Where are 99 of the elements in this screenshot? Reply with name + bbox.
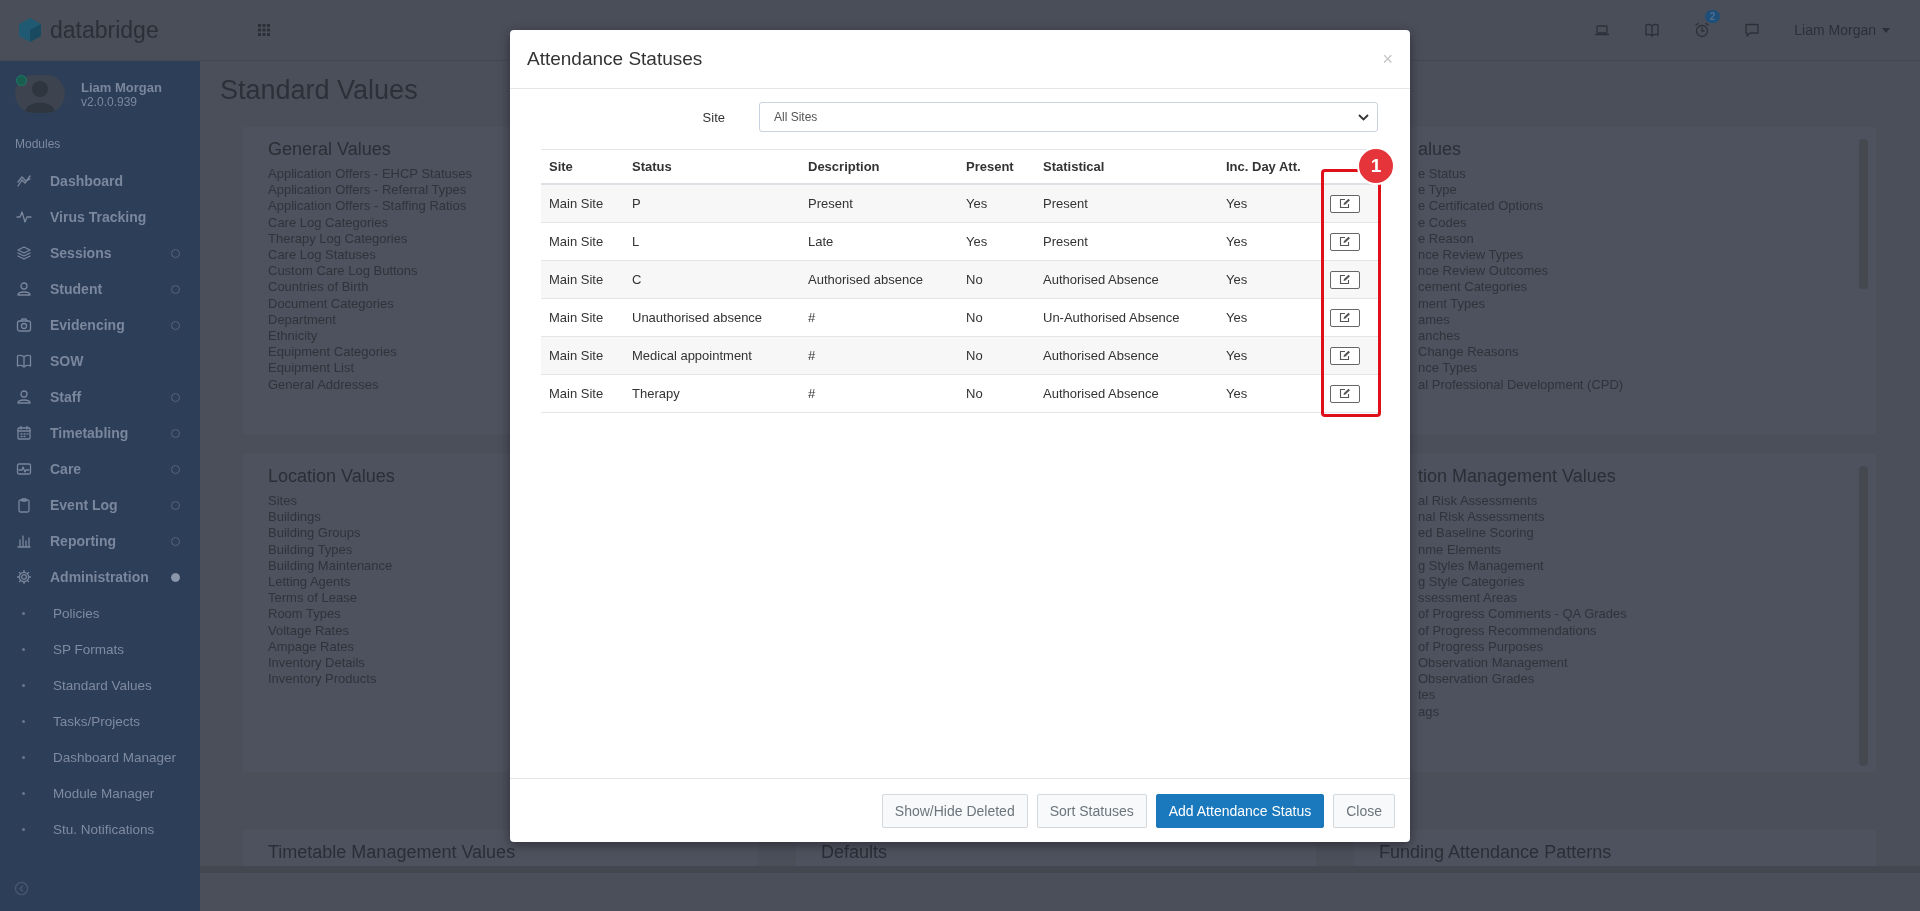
field-label: Site <box>701 109 726 125</box>
edit-icon <box>1339 274 1351 285</box>
table-cell: Yes <box>1218 336 1312 375</box>
avatar <box>15 75 65 113</box>
step-badge: 1 <box>1357 147 1395 185</box>
monitor-icon <box>16 461 32 477</box>
table-cell: Authorised Absence <box>1035 260 1218 299</box>
table-cell: Main Site <box>541 184 624 223</box>
section-label: Modules <box>14 136 62 153</box>
site-select[interactable]: All Sites <box>759 102 1378 132</box>
nav-item[interactable]: Administration <box>0 559 200 595</box>
calendar-icon <box>16 425 32 441</box>
nav-subitem[interactable]: Dashboard Manager <box>0 739 200 775</box>
nav-item[interactable]: Staff <box>0 379 200 415</box>
table-cell: P <box>624 184 800 223</box>
table-cell: Yes <box>1218 374 1312 413</box>
table-cell: Authorised Absence <box>1035 336 1218 375</box>
laptop-icon <box>1594 22 1611 38</box>
table-cell: Present <box>1035 222 1218 261</box>
table-cell: Therapy <box>624 374 800 413</box>
table-cell: Medical appointment <box>624 336 800 375</box>
nav-item[interactable]: Student <box>0 271 200 307</box>
edit-icon <box>1339 350 1351 361</box>
bar-chart-icon <box>16 533 32 549</box>
camera-icon <box>16 317 32 333</box>
caret-icon <box>1882 27 1890 33</box>
book-icon <box>1644 22 1661 38</box>
nav-item[interactable]: Evidencing <box>0 307 200 343</box>
action-button[interactable]: Close <box>1333 793 1395 828</box>
table-cell: Main Site <box>541 374 624 413</box>
table-cell: Yes <box>1218 222 1312 261</box>
table-cell: Main Site <box>541 260 624 299</box>
nav-subitem[interactable]: Policies <box>0 595 200 631</box>
table-cell: # <box>800 298 958 337</box>
nav-item[interactable]: Reporting <box>0 523 200 559</box>
table-cell: Authorised absence <box>800 260 958 299</box>
person-icon <box>16 281 32 297</box>
gear-icon <box>16 569 32 585</box>
table-cell: Main Site <box>541 298 624 337</box>
user-name: Liam Morgan <box>81 79 162 95</box>
nav-item[interactable]: Care <box>0 451 200 487</box>
table-cell: No <box>958 298 1035 337</box>
edit-icon <box>1339 312 1351 323</box>
nav-subitem[interactable]: Stu. Notifications <box>0 811 200 847</box>
version-label: v2.0.0.939 <box>81 94 138 109</box>
edit-button[interactable] <box>1330 232 1360 251</box>
table-cell: Unauthorised absence <box>624 298 800 337</box>
action-button[interactable]: Show/Hide Deleted <box>881 793 1028 828</box>
nav-item[interactable]: Timetabling <box>0 415 200 451</box>
table-cell: Late <box>800 222 958 261</box>
action-button[interactable]: Sort Statuses <box>1036 793 1147 828</box>
table-cell: Authorised Absence <box>1035 374 1218 413</box>
layers-icon <box>16 245 32 261</box>
add-button[interactable]: Add Attendance Status <box>1155 793 1325 828</box>
edit-button[interactable] <box>1330 270 1360 289</box>
edit-button[interactable] <box>1330 346 1360 365</box>
table-cell: Un-Authorised Absence <box>1035 298 1218 337</box>
nav-item[interactable]: SOW <box>0 343 200 379</box>
chevron-icon <box>1358 113 1369 121</box>
person-icon <box>16 389 32 405</box>
table-cell: Yes <box>1218 298 1312 337</box>
table-cell: # <box>800 374 958 413</box>
table-cell: Main Site <box>541 222 624 261</box>
table-cell: Present <box>1035 184 1218 223</box>
nav-item[interactable]: Dashboard <box>0 163 200 199</box>
chart-line-icon <box>16 173 32 189</box>
alarm-clock-icon <box>1694 22 1711 38</box>
table-cell: Yes <box>958 184 1035 223</box>
nav-item[interactable]: Virus Tracking <box>0 199 200 235</box>
nav-item[interactable]: Event Log <box>0 487 200 523</box>
chat-icon <box>1744 22 1761 38</box>
table-cell: # <box>800 336 958 375</box>
table-cell: Yes <box>958 222 1035 261</box>
table-cell: No <box>958 260 1035 299</box>
table-cell: Present <box>800 184 958 223</box>
edit-button[interactable] <box>1330 308 1360 327</box>
table-cell: C <box>624 260 800 299</box>
cube-logo-icon <box>18 17 42 43</box>
table-cell: Main Site <box>541 336 624 375</box>
edit-icon <box>1339 198 1351 209</box>
edit-icon <box>1339 236 1351 247</box>
nav-subitem[interactable]: Standard Values <box>0 667 200 703</box>
table-cell: Yes <box>1218 260 1312 299</box>
edit-button[interactable] <box>1330 194 1360 213</box>
edit-button[interactable] <box>1330 384 1360 403</box>
close-button[interactable]: × <box>1382 48 1393 70</box>
table-cell: No <box>958 336 1035 375</box>
clipboard-icon <box>16 497 32 513</box>
nav-subitem[interactable]: SP Formats <box>0 631 200 667</box>
modal-title: Attendance Statuses <box>527 48 703 70</box>
nav-subitem[interactable]: Tasks/Projects <box>0 703 200 739</box>
pulse-icon <box>16 209 32 225</box>
table-cell: Yes <box>1218 184 1312 223</box>
book-icon <box>16 353 32 369</box>
nav-subitem[interactable]: Module Manager <box>0 775 200 811</box>
table-cell: No <box>958 374 1035 413</box>
table-cell: L <box>624 222 800 261</box>
nav-item[interactable]: Sessions <box>0 235 200 271</box>
edit-icon <box>1339 388 1351 399</box>
